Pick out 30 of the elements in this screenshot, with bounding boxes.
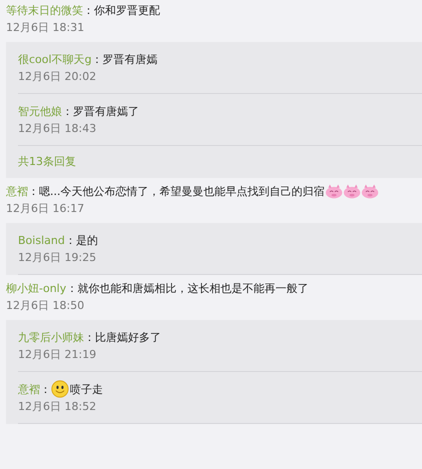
timestamp: 12月6日 16:17: [6, 201, 86, 217]
reply-text: ：罗晋有唐嫣了: [62, 104, 139, 118]
timestamp: 12月6日 18:52: [18, 399, 98, 415]
comment-text: ：就你也能和唐嫣相比，这长相也是不能再一般了: [66, 280, 308, 296]
reply-text: ：: [40, 382, 51, 396]
timestamp: 12月6日 18:50: [6, 298, 86, 314]
timestamp: 12月6日 19:25: [18, 250, 98, 266]
pig-face-icon: [324, 183, 342, 199]
username-link[interactable]: 意褶: [18, 382, 40, 396]
pig-face-icon: [342, 183, 360, 199]
username-link[interactable]: 智元他娘: [18, 104, 62, 118]
smiley-icon: [51, 380, 69, 398]
username-link[interactable]: Boisland: [18, 234, 65, 246]
comment-text: ：你和罗晋更配: [83, 2, 160, 18]
reply-text: 喷子走: [70, 382, 103, 396]
timestamp: 12月6日 21:19: [18, 347, 98, 363]
username-link[interactable]: 很cool不聊天g: [18, 52, 92, 66]
comment-text: ：嗯...今天他公布恋情了，希望曼曼也能早点找到自己的归宿: [28, 184, 324, 198]
reply-text: ：是的: [64, 232, 98, 248]
timestamp: 12月6日 18:43: [18, 121, 98, 137]
username-link[interactable]: 柳小妞-only: [6, 280, 66, 296]
pig-face-icon: [360, 183, 378, 199]
reply-text: ：比唐嫣好多了: [84, 330, 161, 344]
username-link[interactable]: 意褶: [6, 184, 28, 198]
timestamp: 12月6日 20:02: [18, 69, 98, 85]
username-link[interactable]: 等待末日的微笑: [6, 2, 83, 18]
more-replies-link[interactable]: 共13条回复: [18, 155, 76, 168]
username-link[interactable]: 九零后小师妹: [18, 330, 84, 344]
timestamp: 12月6日 18:31: [6, 20, 86, 36]
reply-text: ：罗晋有唐嫣: [92, 52, 158, 66]
